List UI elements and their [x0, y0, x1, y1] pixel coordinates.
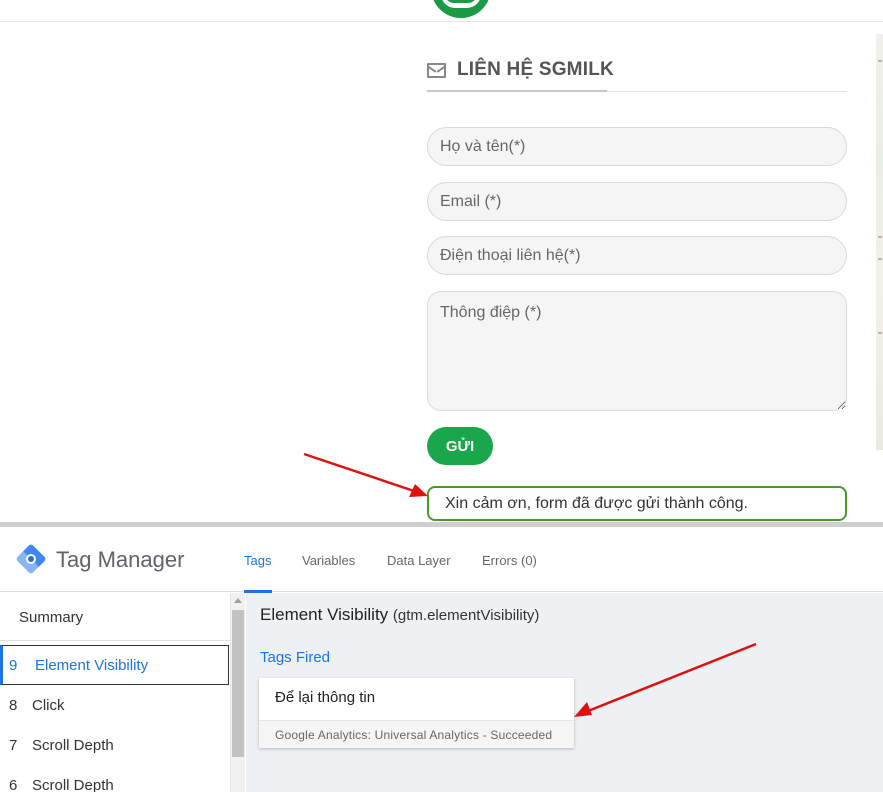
event-number: 6	[9, 776, 18, 792]
sidebar-summary[interactable]: Summary	[19, 609, 83, 626]
message-textarea[interactable]	[427, 291, 847, 411]
gtm-app-title: Tag Manager	[56, 547, 185, 572]
tag-card[interactable]: Để lại thông tin Google Analytics: Unive…	[259, 678, 574, 748]
sidebar-divider	[0, 640, 230, 641]
event-label: Element Visibility	[35, 656, 149, 674]
name-input[interactable]	[427, 127, 847, 166]
tag-manager-logo-icon	[15, 543, 47, 575]
event-item-scroll-depth[interactable]: 6 Scroll Depth	[0, 765, 229, 792]
map-embed-edge[interactable]	[876, 34, 883, 450]
event-detail-panel: Element Visibility (gtm.elementVisibilit…	[246, 593, 883, 792]
event-number: 7	[9, 736, 18, 754]
submit-button[interactable]: GỬI	[427, 427, 493, 465]
event-label: Scroll Depth	[32, 736, 114, 754]
tab-errors[interactable]: Errors (0)	[482, 553, 537, 568]
event-sidebar: Summary 9 Element Visibility 8 Click 7 S…	[0, 593, 230, 792]
tag-name: Để lại thông tin	[275, 689, 376, 706]
event-label: Scroll Depth	[32, 776, 114, 792]
event-number: 9	[9, 656, 18, 674]
header-divider	[0, 21, 883, 22]
envelope-icon	[427, 62, 446, 78]
tag-manager-panel: Tag Manager Tags Variables Data Layer Er…	[0, 527, 883, 792]
sidebar-scrollbar[interactable]	[230, 593, 245, 792]
tab-variables[interactable]: Variables	[302, 553, 355, 568]
tab-data-layer[interactable]: Data Layer	[387, 553, 451, 568]
title-underline-accent	[427, 90, 607, 92]
website-section: LIÊN HỆ SGMILK GỬI Xin cảm ơn, form đã đ…	[0, 0, 883, 524]
tags-fired-heading: Tags Fired	[260, 649, 331, 666]
event-number: 8	[9, 696, 18, 714]
contact-title-text: LIÊN HỆ SGMILK	[457, 59, 614, 80]
event-detail-title: Element Visibility (gtm.elementVisibilit…	[260, 605, 539, 625]
tag-status: Google Analytics: Universal Analytics - …	[259, 720, 574, 748]
map-detail	[878, 60, 882, 62]
map-detail	[878, 258, 882, 260]
event-key: (gtm.elementVisibility)	[392, 607, 540, 624]
phone-input[interactable]	[427, 236, 847, 275]
map-detail	[878, 332, 882, 334]
event-item-click[interactable]: 8 Click	[0, 685, 229, 725]
contact-section-title: LIÊN HỆ SGMILK	[427, 58, 614, 82]
scroll-up-arrow-icon[interactable]	[234, 598, 242, 603]
scroll-thumb[interactable]	[232, 610, 244, 757]
success-message: Xin cảm ơn, form đã được gửi thành công.	[427, 486, 847, 521]
tab-tags[interactable]: Tags	[244, 553, 271, 568]
email-input[interactable]	[427, 182, 847, 221]
gtm-header: Tag Manager Tags Variables Data Layer Er…	[0, 527, 883, 593]
event-item-scroll-depth[interactable]: 7 Scroll Depth	[0, 725, 229, 765]
sgmilk-logo-icon[interactable]	[431, 0, 491, 18]
event-name: Element Visibility	[260, 605, 389, 624]
event-item-element-visibility[interactable]: 9 Element Visibility	[0, 645, 229, 685]
map-detail	[878, 236, 882, 238]
event-label: Click	[32, 696, 65, 714]
